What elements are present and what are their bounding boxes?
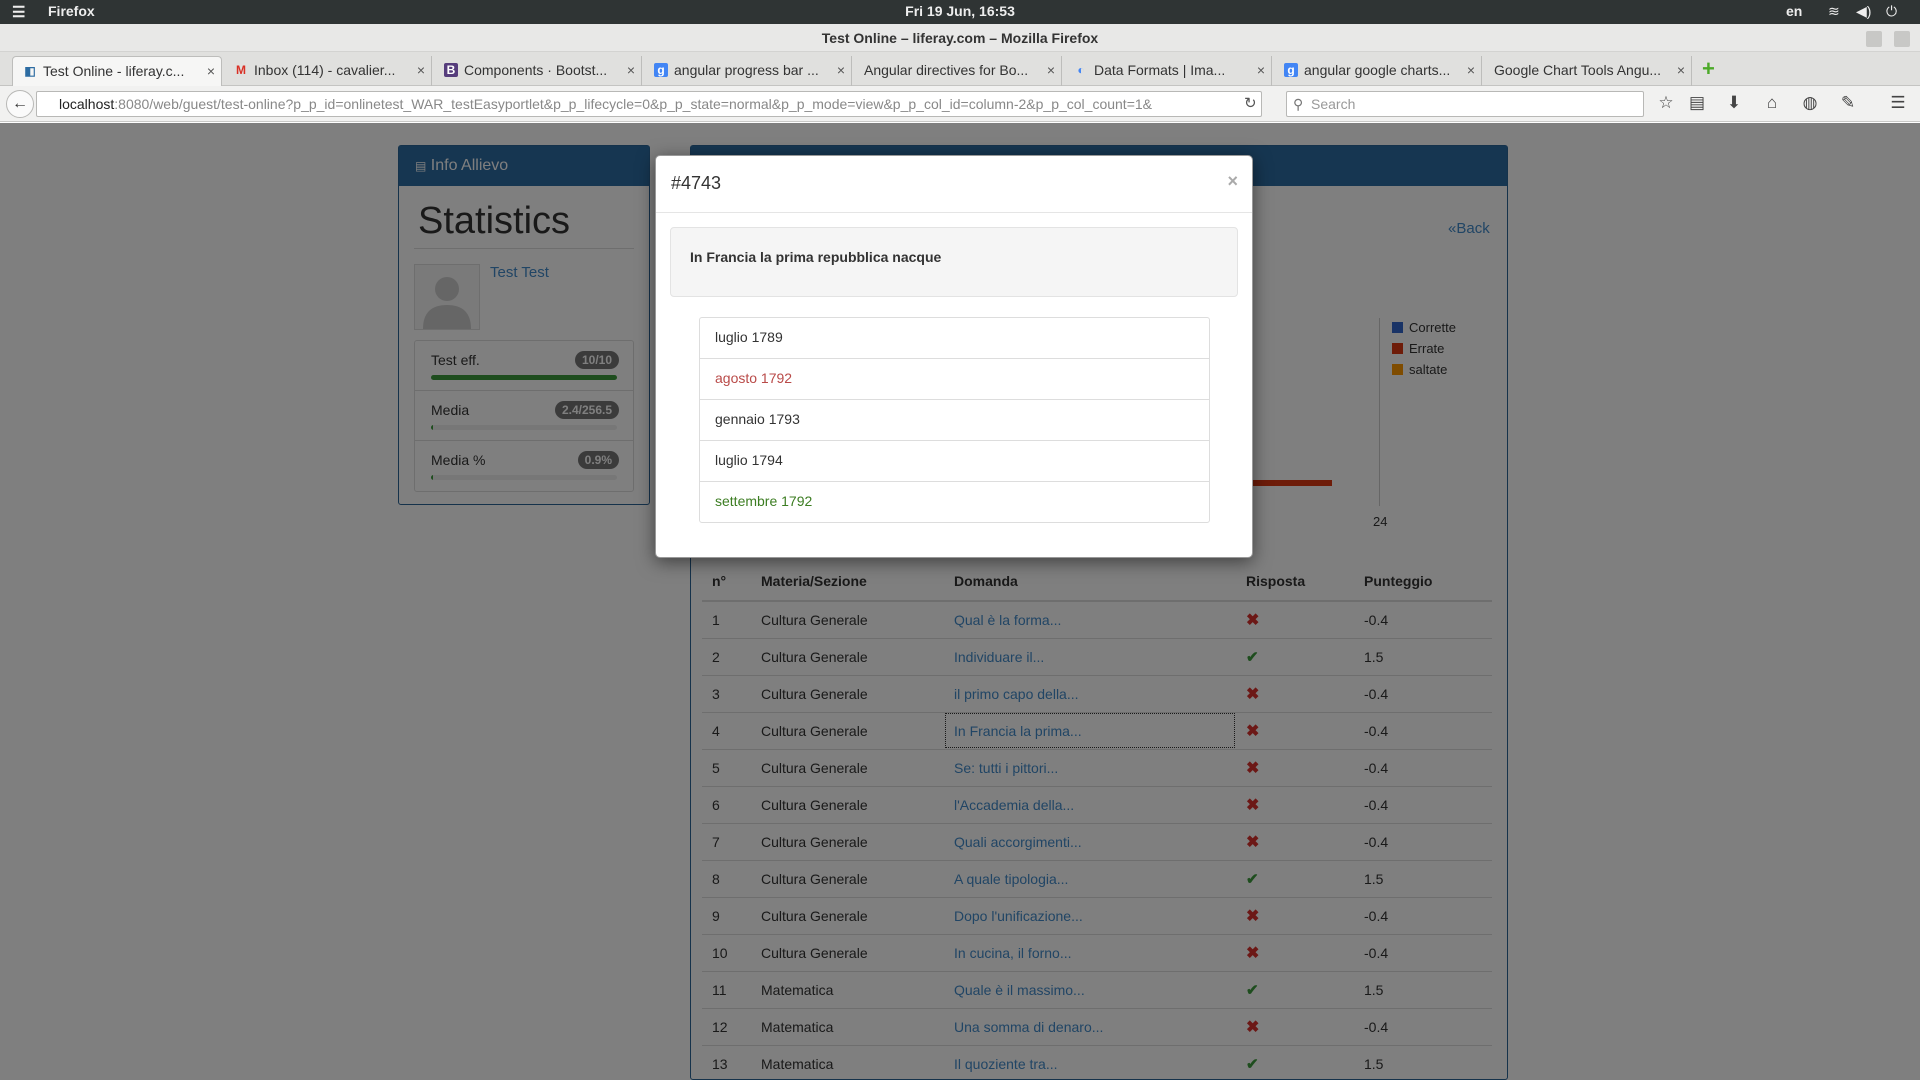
tab-test-online[interactable]: ◧ Test Online - liferay.c... × — [12, 56, 222, 86]
menu-icon[interactable]: ☰ — [1886, 93, 1910, 113]
google-icon: g — [1284, 63, 1298, 77]
minimize-button[interactable] — [1866, 31, 1882, 47]
extension-icon[interactable]: ✎ — [1836, 93, 1860, 113]
tab-inbox[interactable]: M Inbox (114) - cavalier... × — [224, 56, 432, 86]
search-input[interactable]: ⚲ Search — [1286, 91, 1644, 117]
chat-icon[interactable]: ◍ — [1798, 93, 1822, 113]
answer-option: gennaio 1793 — [700, 400, 1209, 441]
close-tab-icon[interactable]: × — [1677, 62, 1685, 78]
tab-label: Angular directives for Bo... — [864, 62, 1029, 78]
answer-option: luglio 1789 — [700, 318, 1209, 359]
close-tab-icon[interactable]: × — [207, 63, 215, 79]
bookmark-star-icon[interactable]: ☆ — [1654, 93, 1678, 113]
tab-label: Inbox (114) - cavalier... — [254, 62, 396, 78]
divider — [656, 212, 1252, 213]
reading-list-icon[interactable]: ▤ — [1685, 93, 1709, 113]
question-modal: #4743 × In Francia la prima repubblica n… — [655, 155, 1253, 558]
clock[interactable]: Fri 19 Jun, 16:53 — [0, 3, 1920, 19]
volume-icon[interactable]: ◀) — [1856, 3, 1871, 20]
tab-google-chart-tools[interactable]: Google Chart Tools Angu... × — [1484, 56, 1692, 86]
reload-icon[interactable]: ↻ — [1244, 94, 1257, 112]
liferay-icon: ◧ — [24, 64, 36, 78]
power-icon[interactable]: ⏻ — [1886, 3, 1897, 20]
tab-label: Data Formats | Ima... — [1094, 62, 1226, 78]
tab-label: Google Chart Tools Angu... — [1494, 62, 1662, 78]
close-icon[interactable]: × — [1227, 171, 1238, 192]
search-placeholder: Search — [1311, 96, 1356, 112]
tab-bar: ◧ Test Online - liferay.c... × M Inbox (… — [0, 52, 1920, 86]
tab-bootstrap[interactable]: B Components · Bootst... × — [434, 56, 642, 86]
close-tab-icon[interactable]: × — [417, 62, 425, 78]
chrome-icon: ◐ — [1077, 63, 1085, 77]
new-tab-icon[interactable]: + — [1702, 56, 1715, 82]
google-icon: g — [654, 63, 668, 77]
bootstrap-icon: B — [444, 63, 458, 77]
close-tab-icon[interactable]: × — [627, 62, 635, 78]
window-title: Test Online – liferay.com – Mozilla Fire… — [0, 24, 1920, 52]
wifi-icon[interactable]: ≋ — [1828, 3, 1840, 20]
search-icon: ⚲ — [1293, 96, 1304, 112]
close-tab-icon[interactable]: × — [1047, 62, 1055, 78]
tab-angular-google-charts[interactable]: g angular google charts... × — [1274, 56, 1482, 86]
tab-data-formats[interactable]: ◐ Data Formats | Ima... × — [1064, 56, 1272, 86]
gmail-icon: M — [236, 63, 246, 77]
answer-option: luglio 1794 — [700, 441, 1209, 482]
url-host: localhost — [59, 96, 115, 112]
download-icon[interactable]: ⬇ — [1722, 93, 1746, 113]
tab-angular-directives[interactable]: Angular directives for Bo... × — [854, 56, 1062, 86]
answer-option-wrong: agosto 1792 — [700, 359, 1209, 400]
close-tab-icon[interactable]: × — [1467, 62, 1475, 78]
modal-title: #4743 — [671, 173, 722, 193]
system-top-bar: ☰ Firefox Fri 19 Jun, 16:53 en ≋ ◀) ⏻ — [0, 0, 1920, 24]
language-indicator[interactable]: en — [1786, 3, 1802, 19]
tab-label: Components · Bootst... — [464, 62, 608, 78]
answer-options: luglio 1789 agosto 1792 gennaio 1793 lug… — [699, 317, 1210, 523]
close-tab-icon[interactable]: × — [837, 62, 845, 78]
url-bar[interactable]: localhost:8080/web/guest/test-online?p_p… — [36, 91, 1262, 117]
tab-label: angular google charts... — [1304, 62, 1451, 78]
back-arrow-icon[interactable]: ← — [6, 90, 34, 118]
url-path: :8080/web/guest/test-online?p_p_id=onlin… — [114, 96, 1152, 112]
close-tab-icon[interactable]: × — [1257, 62, 1265, 78]
tab-label: angular progress bar ... — [674, 62, 819, 78]
close-window-button[interactable] — [1894, 31, 1910, 47]
home-icon[interactable]: ⌂ — [1760, 93, 1784, 113]
answer-option-correct: settembre 1792 — [715, 493, 813, 509]
tab-angular-progress[interactable]: g angular progress bar ... × — [644, 56, 852, 86]
question-text: In Francia la prima repubblica nacque — [670, 227, 1238, 297]
tab-label: Test Online - liferay.c... — [43, 63, 185, 79]
